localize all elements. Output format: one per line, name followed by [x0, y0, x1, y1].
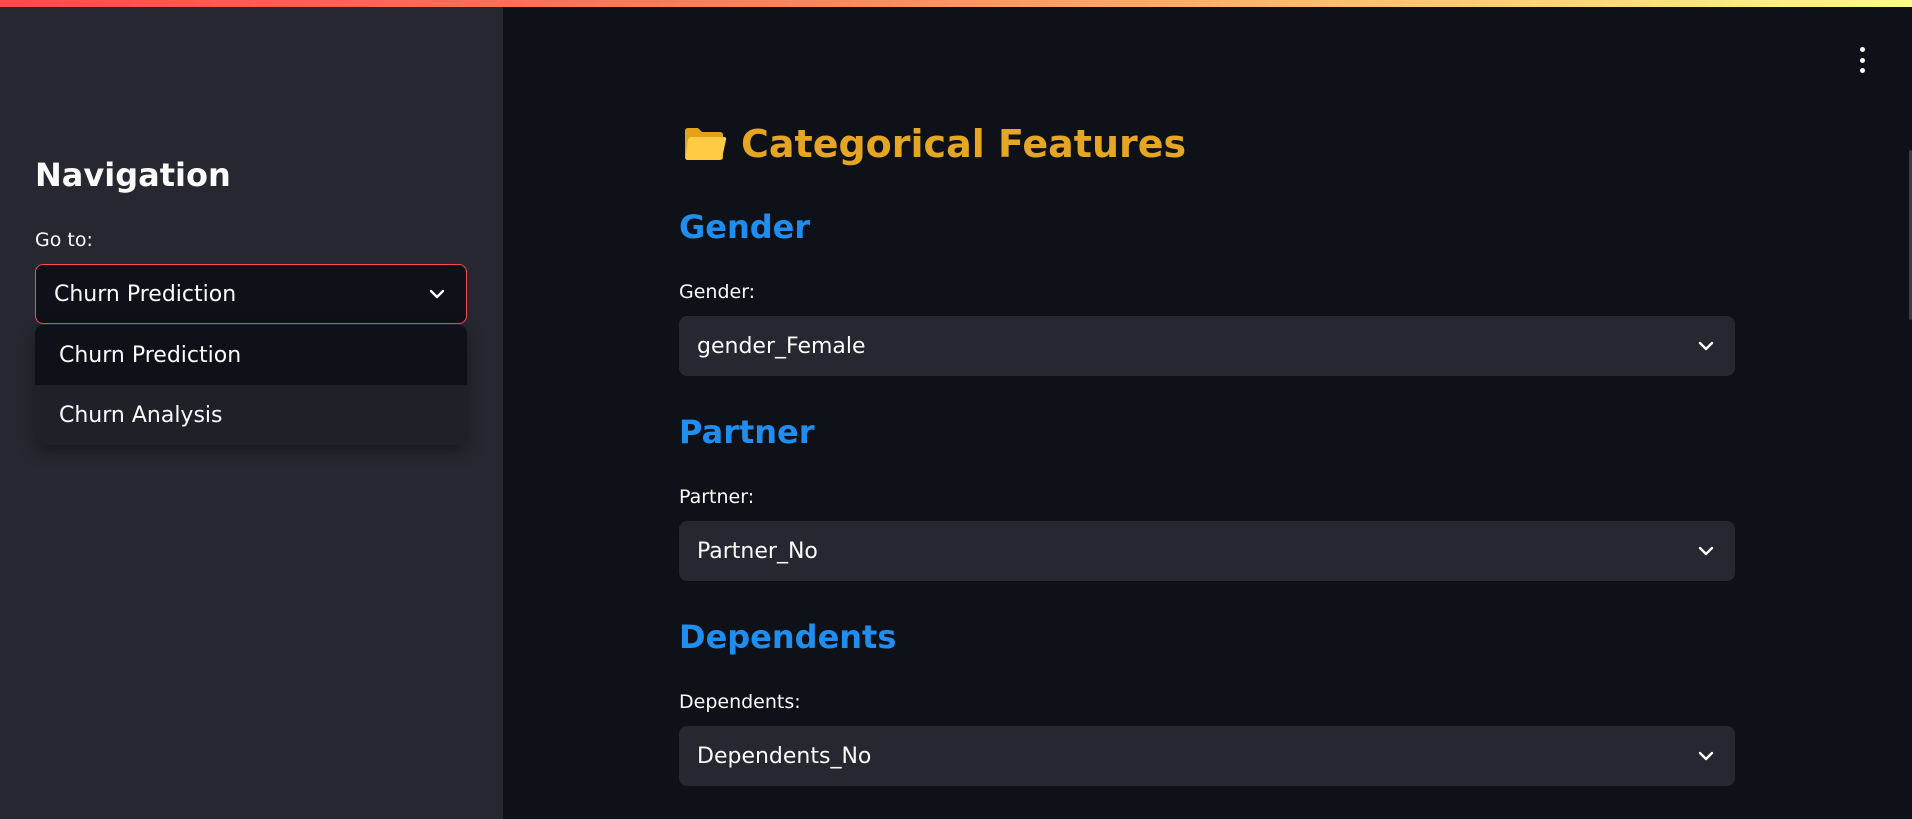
- goto-label: Go to:: [35, 229, 93, 251]
- dropdown-option-churn-prediction[interactable]: Churn Prediction: [35, 325, 467, 385]
- dependents-label: Dependents:: [679, 691, 801, 713]
- section-heading-dependents: Dependents: [679, 618, 897, 656]
- partner-select[interactable]: Partner_No: [679, 521, 1735, 581]
- dependents-select[interactable]: Dependents_No: [679, 726, 1735, 786]
- dependents-select-value: Dependents_No: [697, 743, 872, 769]
- partner-select-value: Partner_No: [697, 538, 818, 564]
- section-heading-gender: Gender: [679, 208, 811, 246]
- sidebar-title: Navigation: [35, 156, 231, 194]
- navigation-select-value: Churn Prediction: [54, 281, 237, 307]
- top-decoration-bar: [0, 0, 1912, 7]
- gender-select-value: gender_Female: [697, 333, 866, 359]
- chevron-down-icon: [426, 283, 448, 305]
- partner-label: Partner:: [679, 486, 755, 508]
- page-title-text: Categorical Features: [741, 122, 1187, 166]
- chevron-down-icon: [1695, 745, 1717, 767]
- gender-select[interactable]: gender_Female: [679, 316, 1735, 376]
- section-heading-partner: Partner: [679, 413, 815, 451]
- sidebar: Navigation Go to: Churn Prediction Churn…: [0, 0, 503, 819]
- chevron-down-icon: [1695, 335, 1717, 357]
- more-options-icon[interactable]: [1852, 47, 1872, 73]
- dropdown-option-churn-analysis[interactable]: Churn Analysis: [35, 385, 467, 445]
- gender-label: Gender:: [679, 281, 756, 303]
- chevron-down-icon: [1695, 540, 1717, 562]
- navigation-dropdown-menu: Churn Prediction Churn Analysis: [35, 325, 467, 445]
- navigation-select[interactable]: Churn Prediction: [35, 264, 467, 324]
- folder-icon: [683, 125, 727, 163]
- page-title: Categorical Features: [683, 122, 1186, 166]
- main-content: Categorical Features Gender Gender: gend…: [503, 0, 1912, 819]
